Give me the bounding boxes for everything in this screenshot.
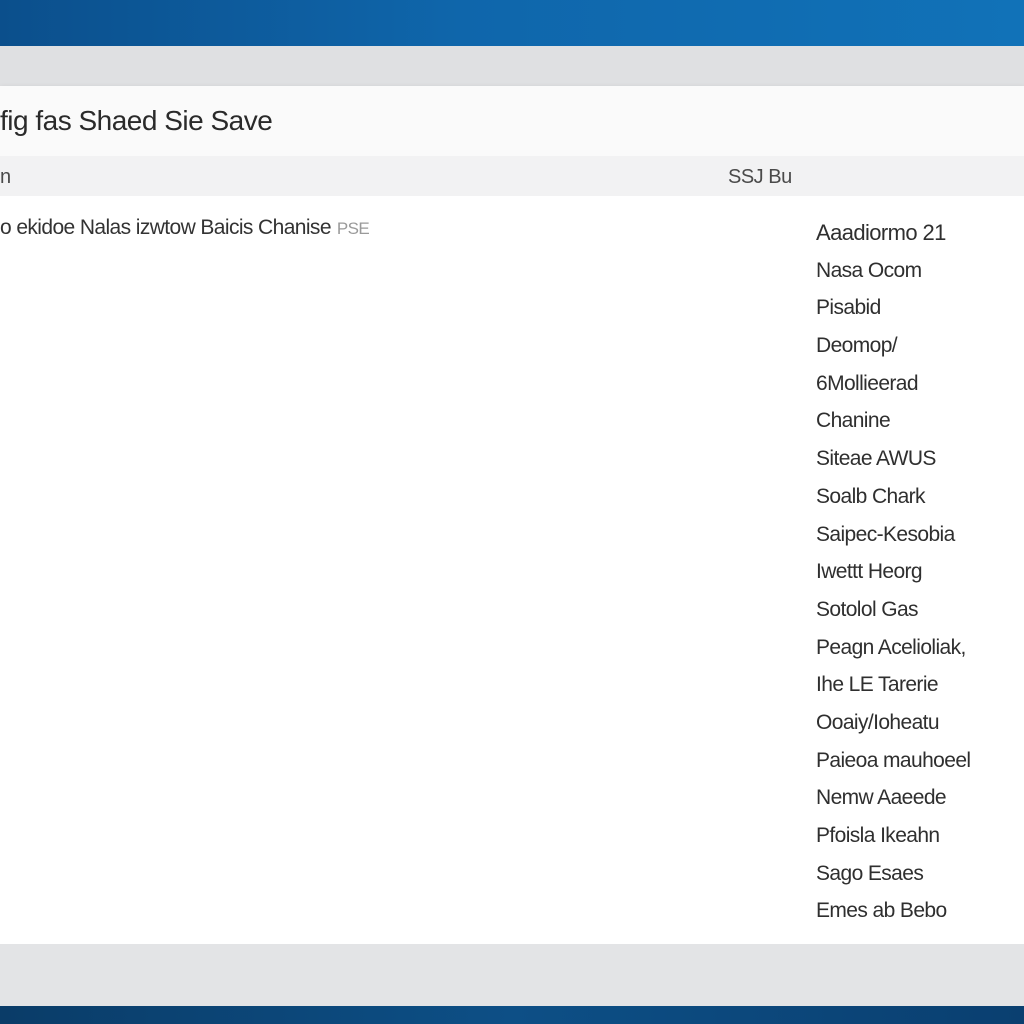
column-header-right[interactable]: SSJ Bu [728, 166, 792, 189]
side-list-item[interactable]: Nasa Ocom [816, 252, 1024, 290]
side-list-item[interactable]: Paieoa mauhoeel [816, 742, 1024, 780]
side-list-item[interactable]: Sago Esaes [816, 855, 1024, 893]
side-list-item[interactable]: Peagn Acelioliak, [816, 629, 1024, 667]
column-header: n SSJ Bu [0, 156, 1024, 197]
main-list-item[interactable]: o ekidoe Nalas izwtow Baicis Chanise PSE [0, 216, 370, 240]
content-area: o ekidoe Nalas izwtow Baicis Chanise PSE … [0, 196, 1024, 944]
taskbar [0, 1006, 1024, 1024]
side-list-item[interactable]: Ooaiy/Ioheatu [816, 704, 1024, 742]
app-window: fig fas Shaed Sie Save n SSJ Bu o ekidoe… [0, 86, 1024, 944]
column-header-left[interactable]: n [0, 166, 11, 189]
side-list-item[interactable]: Pisabid [816, 289, 1024, 327]
side-list-item[interactable]: Aaadiormo 21 [816, 214, 1024, 252]
side-list-item[interactable]: Iwettt Heorg [816, 553, 1024, 591]
page-title: fig fas Shaed Sie Save [0, 105, 273, 136]
side-list-item[interactable]: Nemw Aaeede [816, 779, 1024, 817]
title-bar: fig fas Shaed Sie Save [0, 86, 1024, 157]
side-list-item[interactable]: Emes ab Bebo [816, 892, 1024, 930]
side-list-item[interactable]: Sotolol Gas [816, 591, 1024, 629]
window-bottom-strip [0, 944, 1024, 1006]
side-list-item[interactable]: 6Mollieerad [816, 365, 1024, 403]
side-list-item[interactable]: Ihe LE Tarerie [816, 666, 1024, 704]
side-list-item[interactable]: Chanine [816, 402, 1024, 440]
side-list-item[interactable]: Pfoisla Ikeahn [816, 817, 1024, 855]
main-list-item-suffix: PSE [336, 219, 370, 238]
main-list-item-text: o ekidoe Nalas izwtow Baicis Chanise [0, 216, 332, 239]
window-top-strip [0, 46, 1024, 86]
side-list-item[interactable]: Soalb Chark [816, 478, 1024, 516]
side-list-item[interactable]: Deomop/ [816, 327, 1024, 365]
side-list-item[interactable]: Siteae AWUS [816, 440, 1024, 478]
desktop-top-band [0, 0, 1024, 46]
side-list: Aaadiormo 21 Nasa Ocom Pisabid Deomop/ 6… [816, 214, 1024, 930]
side-list-item[interactable]: Saipec-Kesobia [816, 516, 1024, 554]
